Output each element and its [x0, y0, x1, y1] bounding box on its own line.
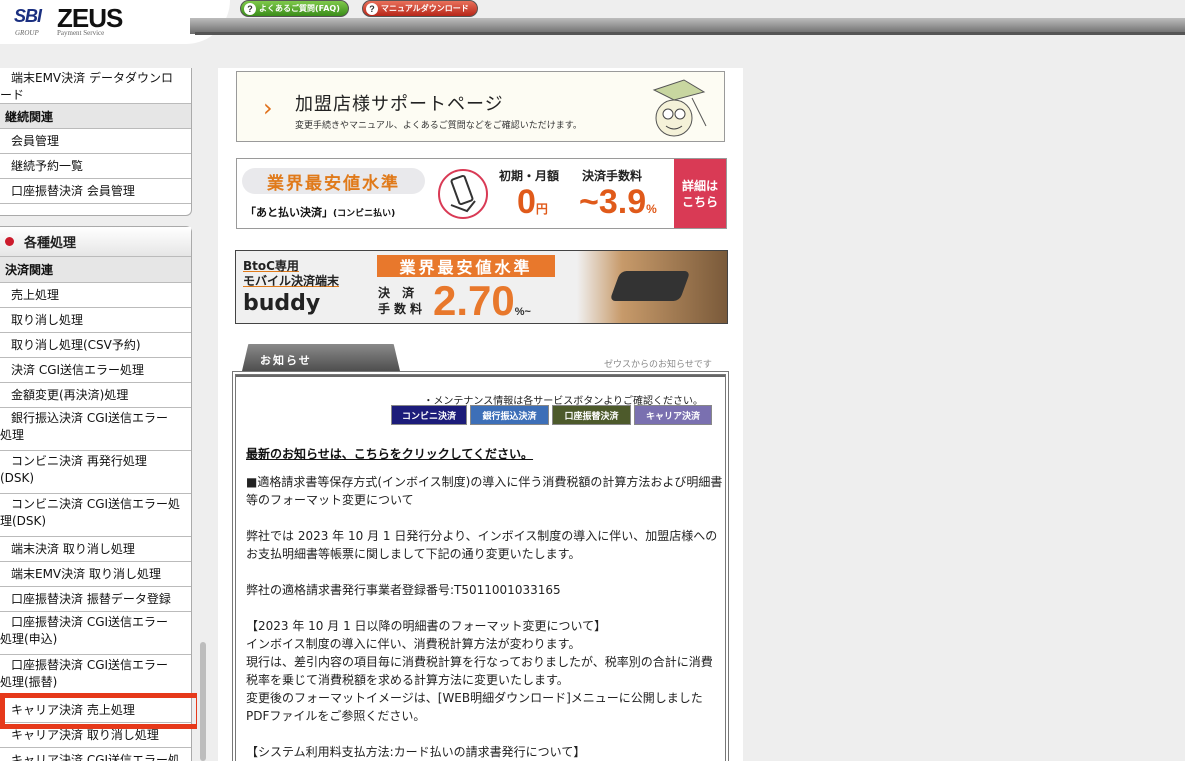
- right-area: [743, 68, 1185, 761]
- menu-item[interactable]: 会員管理: [0, 129, 191, 154]
- logo-group: GROUP: [15, 29, 39, 37]
- buddy-rate: 2.70%~: [433, 277, 531, 324]
- service-button-konbini[interactable]: コンビニ決済: [391, 405, 467, 425]
- buddy-fee-label: 決 済 手数料: [378, 286, 427, 316]
- news-paragraph: ■適格請求書等保存方式(インボイス制度)の導入に伴う消費税額の計算方法および明細…: [246, 475, 723, 507]
- transaction-fee-label: 決済手数料: [582, 169, 643, 183]
- initial-fee-value: 0円: [517, 183, 548, 221]
- news-paragraph: 【システム利用料支払方法:カード払いの請求書発行について】: [246, 745, 586, 759]
- buddy-tagline: BtoC専用 モバイル決済端末: [243, 259, 340, 288]
- menu-item[interactable]: 口座振替決済 振替データ登録: [0, 587, 191, 612]
- news-paragraph: 弊社の適格請求書発行事業者登録番号:T5011001033165: [246, 583, 561, 597]
- payment-terminal-image: [577, 251, 727, 323]
- menu-item[interactable]: 取り消し処理: [0, 308, 191, 333]
- menu-item[interactable]: 金額変更(再決済)処理: [0, 383, 191, 408]
- question-icon: ?: [366, 2, 378, 15]
- menu-item[interactable]: 継続予約一覧: [0, 154, 191, 179]
- logo-payment: Payment Service: [57, 29, 105, 37]
- menu-title: 各種処理: [0, 227, 191, 257]
- menu-item[interactable]: 端末EMV決済 データダウンロ ード: [0, 68, 191, 104]
- question-icon: ?: [244, 2, 256, 15]
- sidebar: 端末EMV決済 データダウンロ ード 継続関連 会員管理 継続予約一覧 口座振替決済 会…: [0, 68, 201, 761]
- service-button-account[interactable]: 口座振替決済: [552, 405, 631, 425]
- support-subtitle: 変更手続きやマニュアル、よくあるご質問などをご確認いただけます。: [295, 121, 582, 131]
- header: SBI ZEUS GROUP Payment Service ? よくあるご質問(…: [0, 0, 1185, 68]
- service-button-bank[interactable]: 銀行振込決済: [470, 405, 549, 425]
- chevron-right-icon: ›: [263, 94, 273, 122]
- news-tab-subtitle: ゼウスからのお知らせです: [604, 360, 712, 370]
- menu-item[interactable]: 取り消し処理(CSV予約): [0, 333, 191, 358]
- transaction-fee-value: ~3.9%: [579, 183, 657, 221]
- buddy-name: buddy: [243, 291, 321, 316]
- news-box: ・メンテナンス情報は各サービスボタンよりご確認ください。 コンビニ決済 銀行振込…: [232, 371, 729, 761]
- support-page-banner[interactable]: › 加盟店様サポートページ 変更手続きやマニュアル、よくあるご質問などをご確認い…: [236, 71, 725, 142]
- news-paragraph: 弊社では 2023 年 10 月 1 日発行分より、インボイス制度の導入に伴い、…: [246, 529, 718, 561]
- latest-news-link[interactable]: 最新のお知らせは、こちらをクリックしてください。: [246, 445, 533, 462]
- menu-item[interactable]: コンビニ決済 CGI送信エラー処 理(DSK): [0, 494, 191, 537]
- news-body: ■適格請求書等保存方式(インボイス制度)の導入に伴う消費税額の計算方法および明細…: [246, 473, 724, 761]
- lowest-price-badge: 業界最安値水準: [242, 168, 425, 194]
- sidebar-scroll-thumb[interactable]: [200, 642, 206, 761]
- support-title: 加盟店様サポートページ: [295, 94, 504, 115]
- smartphone-cart-icon: [438, 169, 488, 219]
- menu-item[interactable]: 口座振替決済 会員管理: [0, 179, 191, 204]
- menu-item[interactable]: キャリア決済 CGI送信エラー処: [0, 748, 191, 761]
- details-button[interactable]: 詳細は こちら: [674, 159, 726, 228]
- menu-item[interactable]: コンビニ決済 再発行処理 (DSK): [0, 451, 191, 494]
- logo-sbi: SBI: [14, 6, 42, 26]
- buddy-lowest-badge: 業界最安値水準: [377, 255, 555, 277]
- menu-box-processing: 各種処理 決済関連 売上処理 取り消し処理 取り消し処理(CSV予約) 決済 CGI送信…: [0, 226, 192, 761]
- top-bar-line: [195, 32, 1185, 35]
- atobarai-name: 「あと払い決済」(コンビニ払い): [245, 206, 396, 219]
- menu-item[interactable]: 売上処理: [0, 283, 191, 308]
- menu-item[interactable]: 口座振替決済 CGI送信エラー 処理(申込): [0, 612, 191, 655]
- professor-mascot-icon: [652, 79, 707, 137]
- main-content: › 加盟店様サポートページ 変更手続きやマニュアル、よくあるご質問などをご確認い…: [218, 68, 743, 761]
- menu-category: 決済関連: [0, 257, 191, 283]
- buddy-banner[interactable]: BtoC専用 モバイル決済端末 buddy 業界最安値水準 決 済 手数料 2.7…: [235, 250, 728, 324]
- highlight-box: [0, 693, 201, 729]
- menu-item[interactable]: 端末決済 取り消し処理: [0, 537, 191, 562]
- bullet-icon: [5, 237, 14, 246]
- news-tab[interactable]: お知らせ: [242, 344, 400, 371]
- initial-fee-label: 初期・月額: [499, 169, 560, 183]
- faq-button[interactable]: ? よくあるご質問(FAQ): [240, 0, 349, 17]
- menu-item[interactable]: 端末EMV決済 取り消し処理: [0, 562, 191, 587]
- service-button-carrier[interactable]: キャリア決済: [634, 405, 712, 425]
- manual-download-button[interactable]: ? マニュアルダウンロード: [362, 0, 478, 17]
- menu-item[interactable]: 決済 CGI送信エラー処理: [0, 358, 191, 383]
- menu-category: 継続関連: [0, 104, 191, 129]
- news-paragraph: 【2023 年 10 月 1 日以降の明細書のフォーマット変更について】 インボ…: [246, 619, 713, 723]
- menu-item[interactable]: 口座振替決済 CGI送信エラー 処理(振替): [0, 655, 191, 698]
- menu-box-continuous: 端末EMV決済 データダウンロ ード 継続関連 会員管理 継続予約一覧 口座振替決済 会…: [0, 68, 192, 216]
- menu-item[interactable]: 銀行振込決済 CGI送信エラー 処理: [0, 408, 191, 451]
- atobarai-banner[interactable]: 業界最安値水準 「あと払い決済」(コンビニ払い) 初期・月額 決済手数料 0円 …: [236, 158, 727, 229]
